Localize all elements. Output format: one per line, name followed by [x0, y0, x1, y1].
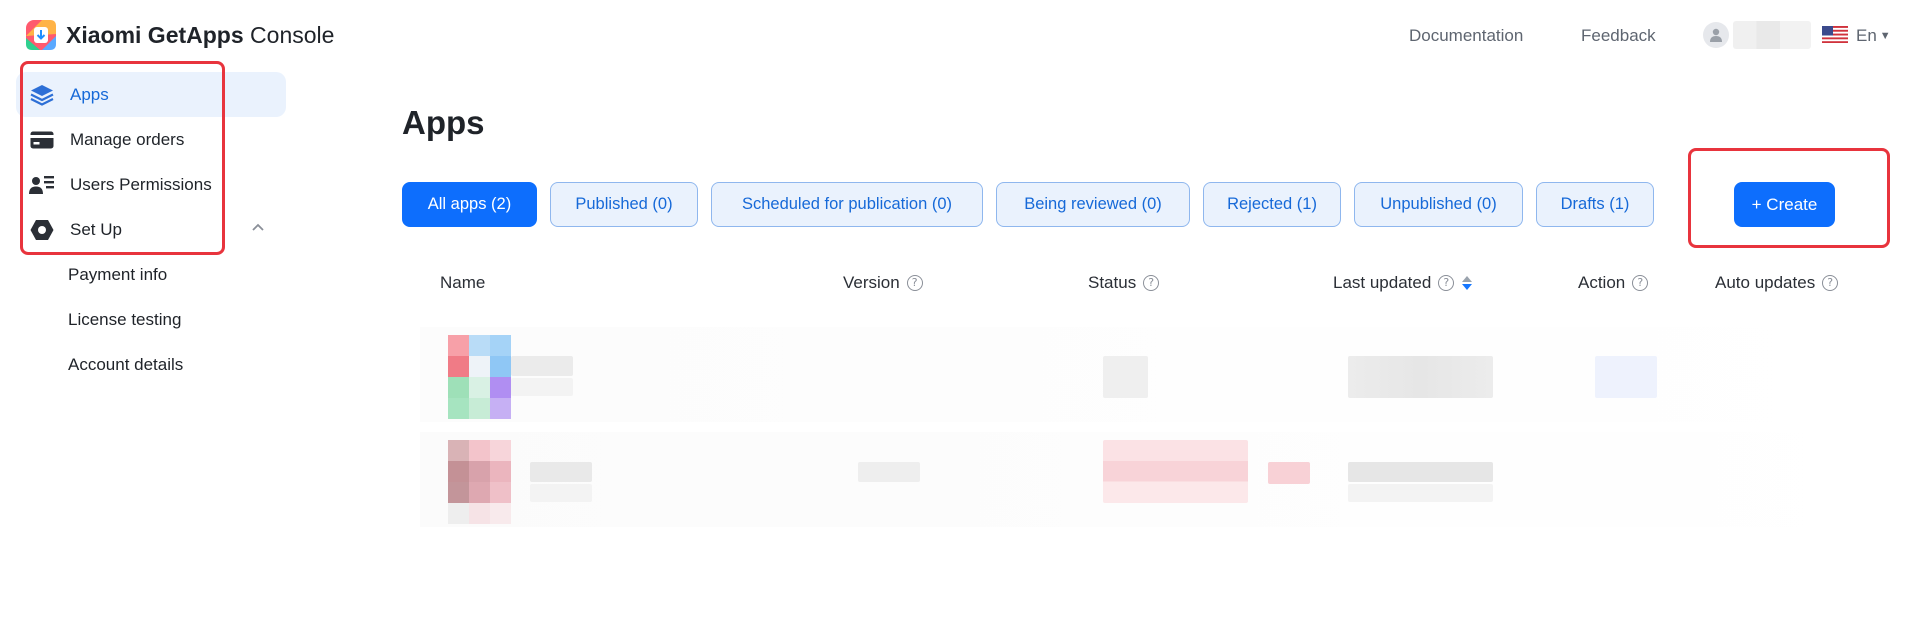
sidebar-item-label: Users Permissions: [70, 174, 212, 194]
tab-scheduled[interactable]: Scheduled for publication (0): [711, 182, 983, 227]
username-redacted[interactable]: [1733, 21, 1811, 49]
user-list-icon: [28, 173, 56, 197]
sidebar-subitem-payment-info[interactable]: Payment info: [68, 265, 167, 285]
last-updated-redacted: [1348, 462, 1493, 482]
page-title: Apps: [402, 104, 485, 141]
last-updated-redacted: [1348, 484, 1493, 502]
column-header-status: Status?: [1088, 273, 1160, 293]
layers-icon: [28, 83, 56, 107]
help-icon[interactable]: ?: [1143, 275, 1160, 291]
tab-published[interactable]: Published (0): [550, 182, 698, 227]
sidebar-item-label: Set Up: [70, 219, 122, 239]
help-icon[interactable]: ?: [1438, 275, 1455, 291]
user-icon: [1710, 28, 1722, 42]
last-updated-redacted: [1348, 356, 1493, 398]
feedback-link[interactable]: Feedback: [1581, 26, 1656, 46]
create-button[interactable]: + Create: [1734, 182, 1835, 227]
documentation-link[interactable]: Documentation: [1409, 26, 1523, 46]
help-icon[interactable]: ?: [1632, 275, 1649, 291]
action-redacted[interactable]: [1595, 356, 1657, 398]
sidebar-item-set-up[interactable]: Set Up: [16, 207, 286, 252]
table-row[interactable]: [420, 327, 1900, 422]
column-header-version: Version?: [843, 273, 923, 293]
sidebar-item-label: Manage orders: [70, 129, 185, 149]
app-name-redacted: [511, 356, 573, 376]
app-name-redacted: [511, 378, 573, 396]
getapps-logo-icon: [26, 20, 56, 50]
chevron-up-icon[interactable]: [251, 222, 265, 232]
status-redacted: [1103, 440, 1248, 503]
column-header-action: Action?: [1578, 273, 1649, 293]
tab-rejected[interactable]: Rejected (1): [1203, 182, 1341, 227]
version-redacted: [858, 462, 920, 482]
tab-all-apps[interactable]: All apps (2): [402, 182, 537, 227]
sidebar-item-label: Apps: [70, 84, 109, 104]
app-icon-redacted[interactable]: [448, 440, 511, 524]
hexagon-gear-icon: [28, 218, 56, 242]
app-name-redacted: [530, 484, 592, 502]
status-badge: [1268, 462, 1310, 484]
sidebar-item-users-permissions[interactable]: Users Permissions: [16, 162, 286, 207]
avatar[interactable]: [1703, 22, 1729, 48]
sidebar-item-manage-orders[interactable]: Manage orders: [16, 117, 286, 162]
card-icon: [28, 128, 56, 152]
column-header-name: Name: [440, 273, 486, 292]
sidebar-subitem-account-details[interactable]: Account details: [68, 355, 183, 375]
tab-drafts[interactable]: Drafts (1): [1536, 182, 1654, 227]
column-header-last-updated[interactable]: Last updated?: [1333, 273, 1473, 293]
brand-title: Xiaomi GetApps Console: [66, 22, 335, 48]
sort-icon[interactable]: [1462, 275, 1473, 291]
help-icon[interactable]: ?: [906, 275, 923, 291]
language-selector[interactable]: En ▼: [1856, 26, 1891, 46]
sidebar-item-apps[interactable]: Apps: [16, 72, 286, 117]
status-redacted: [1103, 356, 1148, 398]
column-header-auto-updates: Auto updates?: [1715, 273, 1839, 293]
help-icon[interactable]: ?: [1822, 275, 1839, 291]
us-flag-icon: [1822, 26, 1848, 43]
tab-unpublished[interactable]: Unpublished (0): [1354, 182, 1523, 227]
app-icon-redacted[interactable]: [448, 335, 511, 419]
chevron-down-icon: ▼: [1879, 30, 1891, 42]
sidebar-subitem-license-testing[interactable]: License testing: [68, 310, 181, 330]
tab-being-reviewed[interactable]: Being reviewed (0): [996, 182, 1190, 227]
app-name-redacted: [530, 462, 592, 482]
